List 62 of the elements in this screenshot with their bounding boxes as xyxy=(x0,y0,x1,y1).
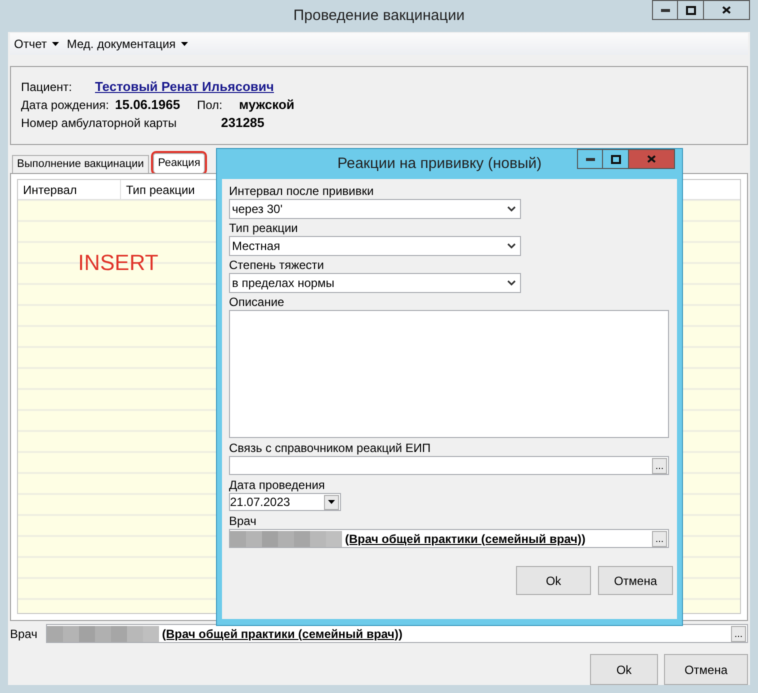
dropdown-value: в пределах нормы xyxy=(232,275,334,292)
caret-icon xyxy=(180,42,188,46)
window-title: Проведение вакцинации xyxy=(293,6,465,26)
maximize-icon xyxy=(610,154,620,164)
chevron-down-icon xyxy=(507,243,516,249)
field-label: Степень тяжести xyxy=(229,258,324,272)
dialog-title: Реакции на прививку (новый) xyxy=(337,154,542,174)
close-icon xyxy=(722,6,731,14)
maximize-button[interactable] xyxy=(678,0,704,20)
browse-button[interactable]: ... xyxy=(652,530,667,546)
chevron-down-icon xyxy=(507,206,516,212)
patient-name[interactable]: Тестовый Ренат Ильясович xyxy=(95,78,274,96)
card-number-value: 231285 xyxy=(221,114,264,132)
dialog-button[interactable]: Отмена xyxy=(598,566,673,595)
birth-date-value: 15.06.1965 xyxy=(115,96,182,114)
caret-icon xyxy=(52,42,59,46)
browse-button[interactable]: ... xyxy=(731,626,746,642)
menu-item[interactable]: Мед. документация xyxy=(64,34,190,53)
tab[interactable]: Реакция xyxy=(152,153,206,174)
field-label: Врач xyxy=(229,514,256,528)
tab[interactable]: Выполнение вакцинации xyxy=(12,155,149,174)
close-icon xyxy=(647,155,656,163)
annotation-text: INSERT xyxy=(78,249,158,278)
dialog-button[interactable]: Отмена xyxy=(664,654,748,686)
maximize-button[interactable] xyxy=(603,149,629,169)
dialog-button[interactable]: Ok xyxy=(590,654,658,686)
sex-value: мужской xyxy=(239,96,294,114)
field-label: Связь с справочником реакций ЕИП xyxy=(229,441,431,455)
doctor-specialty: (Врач общей практики (семейный врач)) xyxy=(162,626,403,643)
minimize-button[interactable] xyxy=(577,149,603,169)
caret-icon xyxy=(328,500,335,504)
field-label: Тип реакции xyxy=(229,221,298,235)
date-value: 21.07.2023 xyxy=(230,494,290,511)
maximize-icon xyxy=(686,6,696,14)
date-field[interactable]: 21.07.2023 xyxy=(229,493,341,511)
dropdown-button[interactable] xyxy=(324,494,339,510)
doctor-specialty: (Врач общей практики (семейный врач)) xyxy=(345,530,586,548)
dialog-button[interactable]: Ok xyxy=(516,566,591,595)
close-button[interactable] xyxy=(704,0,750,20)
field-label: Интервал после прививки xyxy=(229,184,374,198)
column-header[interactable]: Интервал xyxy=(18,180,121,200)
card-number-label: Номер амбулаторной карты xyxy=(21,114,178,132)
dropdown-value: Местная xyxy=(232,238,280,255)
birth-date-label: Дата рождения: xyxy=(21,96,110,114)
field-label: Описание xyxy=(229,295,284,309)
minimize-icon xyxy=(586,158,594,160)
menu-item[interactable]: Отчет xyxy=(12,34,61,53)
doctor-field[interactable]: (Врач общей практики (семейный врач)) ... xyxy=(46,624,748,644)
patient-label: Пациент: xyxy=(21,78,74,96)
minimize-icon xyxy=(660,8,670,12)
doctor-field[interactable]: (Врач общей практики (семейный врач)) ... xyxy=(229,529,669,548)
dropdown-field[interactable]: в пределах нормы xyxy=(229,273,521,293)
field-label: Дата проведения xyxy=(229,478,325,492)
dropdown-value: через 30' xyxy=(232,201,282,218)
doctor-label: Врач xyxy=(10,626,38,643)
browse-button[interactable]: ... xyxy=(652,458,667,474)
dropdown-field[interactable]: Местная xyxy=(229,236,521,256)
dropdown-field[interactable]: через 30' xyxy=(229,199,521,219)
minimize-button[interactable] xyxy=(652,0,678,20)
sex-label: Пол: xyxy=(197,96,224,114)
chevron-down-icon xyxy=(507,280,516,286)
lookup-field[interactable]: ... xyxy=(229,456,669,475)
